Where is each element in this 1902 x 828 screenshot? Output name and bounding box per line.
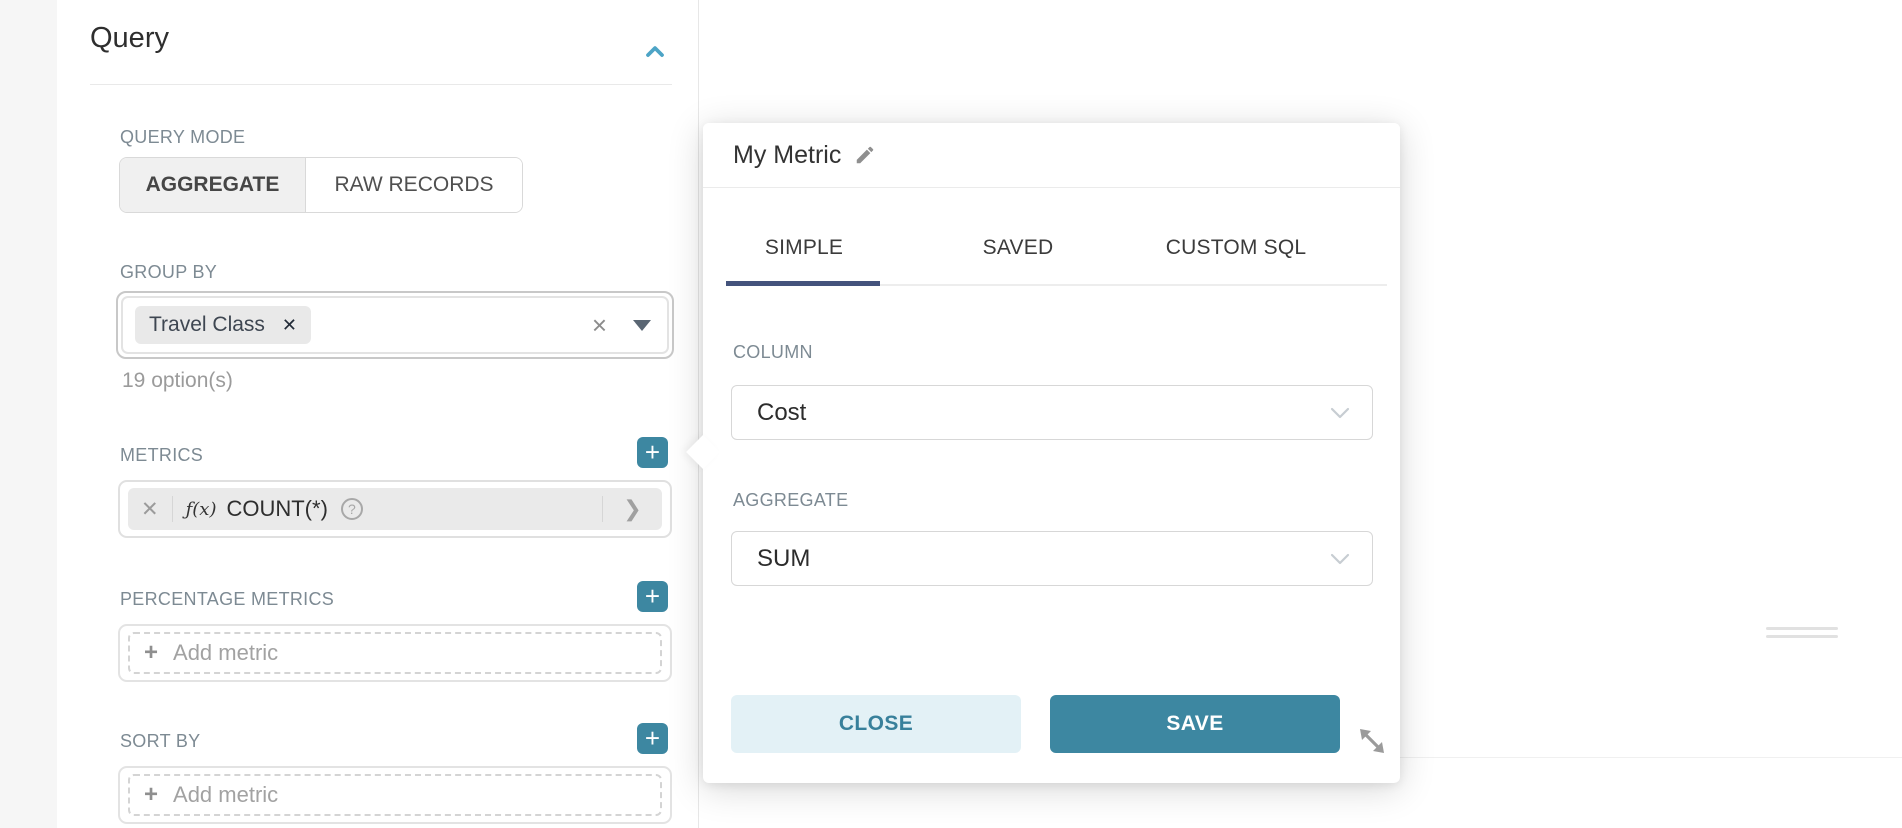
popover-header: My Metric bbox=[703, 123, 1400, 188]
active-tab-underline bbox=[726, 281, 880, 286]
tag-remove-icon[interactable]: ✕ bbox=[282, 315, 297, 336]
add-percentage-metric-button[interactable]: + bbox=[637, 581, 668, 612]
panel-divider bbox=[698, 0, 699, 828]
caret-down-icon[interactable] bbox=[633, 320, 651, 331]
add-metric-button[interactable]: + bbox=[637, 437, 668, 468]
metric-edit-popover: My Metric SIMPLE SAVED CUSTOM SQL COLUMN… bbox=[703, 123, 1400, 783]
add-sort-by-button[interactable]: + bbox=[637, 723, 668, 754]
metric-label: COUNT(*) bbox=[226, 496, 327, 522]
plus-icon: + bbox=[144, 641, 158, 665]
pencil-icon[interactable] bbox=[854, 144, 876, 166]
query-mode-label: QUERY MODE bbox=[120, 127, 245, 148]
percentage-metrics-add-metric[interactable]: + Add metric bbox=[128, 632, 662, 674]
close-button[interactable]: CLOSE bbox=[731, 695, 1021, 753]
help-icon[interactable]: ? bbox=[341, 498, 363, 520]
chart-builder-screen: Query QUERY MODE AGGREGATE RAW RECORDS G… bbox=[0, 0, 1902, 828]
query-section-title: Query bbox=[90, 22, 169, 55]
save-button[interactable]: SAVE bbox=[1050, 695, 1340, 753]
chevron-down-icon bbox=[1330, 553, 1350, 565]
chevron-down-icon bbox=[1330, 407, 1350, 419]
metric-pill[interactable]: ✕ ƒ(x) COUNT(*) ? ❯ bbox=[128, 488, 662, 530]
plus-icon: + bbox=[144, 783, 158, 807]
collapse-section-button[interactable] bbox=[640, 36, 670, 66]
percentage-metrics-container: + Add metric bbox=[118, 624, 672, 682]
aggregate-select[interactable]: SUM bbox=[731, 531, 1373, 586]
panel-resize-drag-handle[interactable] bbox=[1766, 627, 1838, 643]
tab-simple[interactable]: SIMPLE bbox=[765, 236, 843, 260]
chart-area-divider bbox=[1396, 757, 1902, 758]
chevron-up-icon bbox=[641, 37, 669, 65]
sort-by-label: SORT BY bbox=[120, 731, 200, 752]
sort-by-add-metric[interactable]: + Add metric bbox=[128, 774, 662, 816]
section-divider bbox=[90, 84, 672, 85]
metric-remove-icon[interactable]: ✕ bbox=[128, 497, 172, 522]
metrics-label: METRICS bbox=[120, 445, 203, 466]
tab-saved[interactable]: SAVED bbox=[983, 236, 1054, 260]
adjacent-panel-edge bbox=[0, 0, 57, 828]
group-by-label: GROUP BY bbox=[120, 262, 217, 283]
chevron-right-icon[interactable]: ❯ bbox=[603, 496, 662, 522]
metrics-container: ✕ ƒ(x) COUNT(*) ? ❯ bbox=[118, 480, 672, 538]
aggregate-label: AGGREGATE bbox=[733, 490, 848, 511]
column-select-value: Cost bbox=[757, 399, 1330, 427]
function-icon: ƒ(x) bbox=[186, 499, 217, 520]
group-by-options-hint: 19 option(s) bbox=[122, 369, 233, 393]
group-by-tag-label: Travel Class bbox=[149, 313, 265, 337]
group-by-select[interactable]: Travel Class ✕ × bbox=[116, 291, 674, 359]
popover-resize-icon[interactable] bbox=[1355, 724, 1391, 760]
sort-by-container: + Add metric bbox=[118, 766, 672, 824]
percentage-metrics-label: PERCENTAGE METRICS bbox=[120, 589, 334, 610]
query-mode-raw-records-button[interactable]: RAW RECORDS bbox=[306, 158, 522, 212]
query-mode-segmented-control: AGGREGATE RAW RECORDS bbox=[119, 157, 523, 213]
column-label: COLUMN bbox=[733, 342, 813, 363]
aggregate-select-value: SUM bbox=[757, 545, 1330, 573]
query-mode-aggregate-button[interactable]: AGGREGATE bbox=[120, 158, 306, 212]
clear-all-icon[interactable]: × bbox=[592, 312, 607, 338]
group-by-select-inner: Travel Class ✕ × bbox=[121, 296, 669, 354]
group-by-tag[interactable]: Travel Class ✕ bbox=[135, 306, 311, 344]
popover-arrow bbox=[686, 435, 720, 469]
tab-custom-sql[interactable]: CUSTOM SQL bbox=[1166, 236, 1306, 260]
popover-title: My Metric bbox=[733, 141, 841, 170]
add-metric-placeholder: Add metric bbox=[173, 640, 278, 666]
add-metric-placeholder: Add metric bbox=[173, 782, 278, 808]
column-select[interactable]: Cost bbox=[731, 385, 1373, 440]
